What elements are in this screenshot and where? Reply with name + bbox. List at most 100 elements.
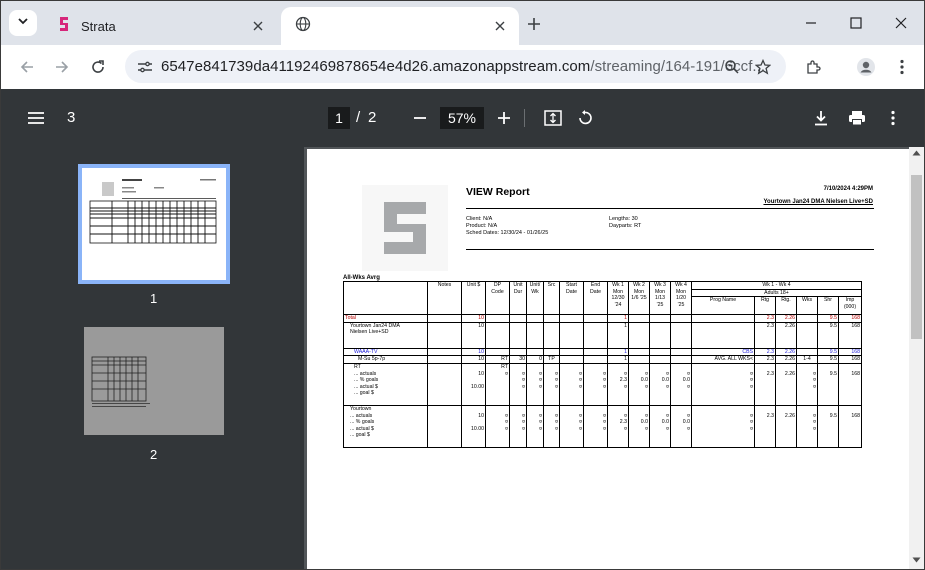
- page-thumbnail-2[interactable]: [84, 327, 224, 435]
- new-tab-button[interactable]: [523, 13, 545, 35]
- cell-imp: 168: [851, 370, 860, 377]
- fit-to-page-icon[interactable]: [542, 107, 564, 129]
- close-tab-icon[interactable]: [249, 17, 267, 35]
- tab-search-button[interactable]: [9, 10, 37, 36]
- cell-mark: ¤: [522, 412, 525, 419]
- profile-avatar-icon[interactable]: [854, 55, 878, 79]
- browser-menu-icon[interactable]: [890, 55, 914, 79]
- cell-unit-cost: 10: [478, 370, 484, 377]
- browser-window: Strata 6547e841739da41192469878654e4d26.…: [0, 0, 925, 570]
- url-text: 6547e841739da41192469878654e4d26.amazona…: [161, 58, 765, 75]
- scroll-down-icon[interactable]: [912, 557, 921, 563]
- header-wk3-day: Mon: [654, 288, 666, 295]
- cell-mark: ¤: [813, 425, 816, 432]
- cell-mark: ¤: [603, 377, 606, 384]
- tab-strip: Strata: [1, 1, 924, 45]
- cell-rtg: 2.3: [766, 356, 774, 363]
- print-icon[interactable]: [846, 107, 868, 129]
- forward-icon[interactable]: [50, 55, 74, 79]
- zoom-level-input[interactable]: 57%: [440, 107, 484, 129]
- cell-mark: ¤: [624, 425, 627, 432]
- cell-mark: ¤: [813, 412, 816, 419]
- cell-shr: 9.5: [829, 315, 837, 322]
- extensions-icon[interactable]: [801, 55, 825, 79]
- strata-favicon-icon: [57, 16, 71, 37]
- report-logo: [362, 185, 448, 271]
- zoom-out-icon[interactable]: [409, 107, 431, 129]
- cell-wk3: 0.0: [661, 419, 669, 426]
- cell-mark: ¤: [555, 425, 558, 432]
- maximize-icon[interactable]: [846, 13, 866, 33]
- table-header-row: Notes Unit $ DP Code Unit Dur Unit/Wk Src …: [343, 280, 862, 316]
- header-wk3-year: '25: [656, 301, 664, 308]
- header-wk1: Wk 1: [612, 282, 624, 288]
- cell-mark: ¤: [603, 370, 606, 377]
- cell-shr: 9.5: [829, 412, 837, 419]
- header-wk4-date: 1/20: [675, 295, 687, 302]
- menu-icon[interactable]: [25, 107, 47, 129]
- cell-mark: ¤: [539, 425, 542, 432]
- table-row-station: WAAA-TV 10 1 CBS 2.3 2.26 9.5 168: [343, 347, 862, 357]
- row-sublabel: ... actuals: [350, 412, 373, 419]
- header-wk4-day: Mon: [675, 288, 687, 295]
- header-start: Start: [566, 282, 577, 288]
- cell-mark: ¤: [505, 419, 508, 426]
- cell-wk1: 2.3: [619, 419, 627, 426]
- cell-mark: ¤: [522, 377, 525, 384]
- cell-mark: ¤: [666, 383, 669, 390]
- cell-mark: ¤: [539, 377, 542, 384]
- minimize-icon[interactable]: [801, 13, 821, 33]
- table-row-market-summary: Yourtown... actuals... % goals... actual…: [343, 404, 862, 448]
- back-icon[interactable]: [15, 55, 39, 79]
- row-label: Total: [345, 315, 356, 322]
- header-wk3: Wk 3: [654, 282, 666, 288]
- rotate-icon[interactable]: [574, 107, 596, 129]
- page-number-input[interactable]: 1: [328, 107, 350, 129]
- cell-mark: ¤: [813, 370, 816, 377]
- cell-unit-cost: 10: [478, 315, 484, 322]
- cell-mark: ¤: [579, 412, 582, 419]
- bookmark-star-icon[interactable]: [752, 56, 774, 78]
- report-lengths: Lengths: 30: [609, 216, 638, 222]
- header-end: End: [590, 282, 601, 288]
- reload-icon[interactable]: [86, 55, 110, 79]
- cell-mark: ¤: [579, 370, 582, 377]
- report-product: Product: N/A: [466, 223, 498, 229]
- cell-mark: ¤: [666, 425, 669, 432]
- cell-unit-wk: 0: [539, 356, 542, 363]
- cell-mark: ¤: [750, 370, 753, 377]
- page-separator: /: [356, 109, 361, 126]
- address-bar[interactable]: 6547e841739da41192469878654e4d26.amazona…: [125, 50, 786, 83]
- vertical-scrollbar[interactable]: [909, 147, 924, 569]
- thumbnail-label-1: 1: [150, 291, 158, 306]
- row-sublabel: ... actual $: [354, 383, 378, 390]
- cell-wk1: 2.3: [619, 377, 627, 384]
- cell-rtg2: 2.26: [784, 370, 795, 377]
- zoom-icon[interactable]: [721, 56, 743, 78]
- page-thumbnail-1[interactable]: [78, 164, 230, 284]
- cell-imp: 168: [851, 348, 860, 355]
- tab-streaming[interactable]: [281, 7, 519, 45]
- row-sublabel: Nielsen Live+SD: [350, 329, 389, 336]
- page-total: 2: [368, 109, 377, 126]
- scroll-up-icon[interactable]: [912, 150, 921, 156]
- window-close-icon[interactable]: [891, 13, 911, 33]
- header-dp: DP: [493, 282, 502, 288]
- tab-strata[interactable]: Strata: [43, 7, 277, 45]
- toolbar-divider: [524, 109, 525, 127]
- cell-mark: ¤: [579, 419, 582, 426]
- download-icon[interactable]: [810, 107, 832, 129]
- report-timestamp: 7/10/2024 4:29PM: [823, 186, 873, 192]
- cell-wk4: 0.0: [682, 419, 690, 426]
- cell-mark: ¤: [539, 383, 542, 390]
- cell-mark: ¤: [750, 425, 753, 432]
- cell-shr: 9.5: [829, 370, 837, 377]
- cell-mark: ¤: [750, 412, 753, 419]
- cell-mark: ¤: [687, 383, 690, 390]
- close-tab-icon[interactable]: [491, 17, 509, 35]
- cell-mark: ¤: [603, 383, 606, 390]
- zoom-in-icon[interactable]: [493, 107, 515, 129]
- scrollbar-thumb[interactable]: [911, 175, 922, 339]
- more-options-icon[interactable]: [882, 107, 904, 129]
- site-info-icon[interactable]: [133, 55, 157, 79]
